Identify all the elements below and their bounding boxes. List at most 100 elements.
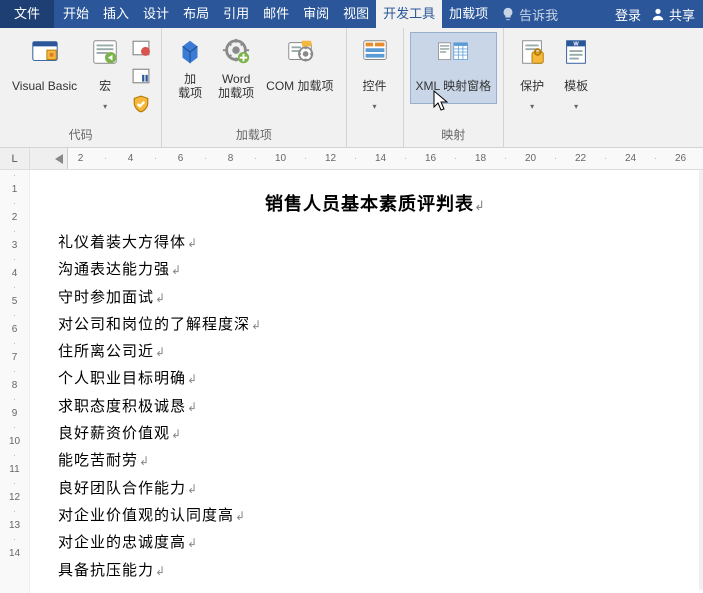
addins-button[interactable]: 加 载项 [168,32,212,105]
xml-mapping-button[interactable]: XML 映射窗格 [410,32,498,104]
share-icon [651,7,665,21]
pause-icon [132,67,150,85]
document-line[interactable]: 良好团队合作能力↲ [58,476,693,503]
group-controls: 控件 ▾ [347,28,404,147]
group-code-label: 代码 [6,124,155,147]
svg-text:W: W [573,41,579,47]
indent-marker-icon[interactable] [55,152,65,166]
visual-basic-button[interactable]: Visual Basic [6,32,83,104]
ruler-tick: 4 [118,153,143,164]
paragraph-mark-icon: ↲ [187,482,198,496]
controls-label: 控件 [363,72,387,100]
ruler-tick: · [393,153,418,164]
group-mapping-label: 映射 [410,124,498,147]
tellme-search[interactable]: 告诉我 [495,5,564,24]
paragraph-mark-icon: ↲ [187,400,198,414]
tab-design[interactable]: 设计 [136,0,176,28]
document-line[interactable]: 具备抗压能力↲ [58,558,693,585]
ruler-vertical[interactable]: ·1·2·3·4·5·6·7·8·9·10·11·12·13·14 [0,170,30,593]
login-link[interactable]: 登录 [615,5,641,24]
ruler-tick: 24 [618,153,643,164]
shield-icon [132,95,150,113]
document-page[interactable]: 销售人员基本素质评判表↲ 礼仪着装大方得体↲沟通表达能力强↲守时参加面试↲对公司… [30,170,703,593]
ruler-tick: 16 [418,153,443,164]
document-line[interactable]: 求职态度积极诚恳↲ [58,394,693,421]
ruler-tick: 10 [0,436,29,447]
document-line[interactable]: 守时参加面试↲ [58,285,693,312]
word-addins-icon [220,36,252,68]
ruler-tick: · [593,153,618,164]
ruler-tick: 10 [268,153,293,164]
document-line[interactable]: 良好薪资价值观↲ [58,421,693,448]
vertical-scrollbar[interactable] [699,170,703,590]
document-title: 销售人员基本素质评判表↲ [58,190,693,216]
macro-button[interactable]: 宏 ▾ [83,32,127,116]
record-macro-button[interactable] [127,36,155,60]
ruler-tick: · [0,450,29,461]
ruler-tick: · [0,422,29,433]
tab-file[interactable]: 文件 [0,0,54,28]
tab-references[interactable]: 引用 [216,0,256,28]
protect-icon [516,36,548,68]
visual-basic-icon [29,36,61,68]
tab-addins[interactable]: 加载项 [442,0,495,28]
share-button[interactable]: 共享 [651,5,695,24]
paragraph-mark-icon: ↲ [139,454,150,468]
xml-mapping-icon [437,36,469,68]
document-line[interactable]: 沟通表达能力强↲ [58,257,693,284]
macro-icon [89,36,121,68]
tab-developer[interactable]: 开发工具 [376,0,442,28]
com-addins-button[interactable]: COM 加载项 [260,32,339,104]
ruler-tick: 8 [218,153,243,164]
template-button[interactable]: W 模板 ▾ [554,32,598,116]
document-line[interactable]: 能吃苦耐劳↲ [58,448,693,475]
ruler-tick: 14 [368,153,393,164]
pause-macro-button[interactable] [127,64,155,88]
document-line-text: 对企业的忠诚度高 [58,535,186,551]
document-line[interactable]: 住所离公司近↲ [58,339,693,366]
group-protect-label [510,141,598,147]
protect-label: 保护 [520,72,544,100]
group-protect: 保护 ▾ W 模板 ▾ [504,28,604,147]
tellme-label: 告诉我 [519,5,558,24]
ruler-tick: · [0,394,29,405]
tab-view[interactable]: 视图 [336,0,376,28]
chevron-down-icon: ▾ [373,102,377,112]
protect-button[interactable]: 保护 ▾ [510,32,554,116]
ruler-tick: 1 [0,184,29,195]
ruler-tick: 7 [0,352,29,363]
ruler-tick: 4 [0,268,29,279]
document-line[interactable]: 对企业的忠诚度高↲ [58,530,693,557]
ruler-tick: · [0,366,29,377]
tab-review[interactable]: 审阅 [296,0,336,28]
document-line[interactable]: 对公司和岗位的了解程度深↲ [58,312,693,339]
macro-security-button[interactable] [127,92,155,116]
document-line-text: 个人职业目标明确 [58,371,186,387]
tab-insert[interactable]: 插入 [96,0,136,28]
tab-home[interactable]: 开始 [56,0,96,28]
controls-icon [359,36,391,68]
ruler-tick: · [0,338,29,349]
document-line-text: 对企业价值观的认同度高 [58,508,234,524]
tab-layout[interactable]: 布局 [176,0,216,28]
ruler-tick: · [0,310,29,321]
document-line[interactable]: 礼仪着装大方得体↲ [58,230,693,257]
ruler-tick: · [0,282,29,293]
ruler-tick: 13 [0,520,29,531]
word-addins-button[interactable]: Word 加载项 [212,32,260,105]
chevron-down-icon: ▾ [103,102,107,112]
ruler-corner: L [0,148,30,169]
com-addins-icon [284,36,316,68]
ruler-tick: · [93,153,118,164]
ruler-tick: · [193,153,218,164]
ruler-horizontal[interactable]: L 2·4·6·8·10·12·14·16·18·20·22·24·26·28·… [0,148,703,170]
ruler-tick: 9 [0,408,29,419]
addins-icon [174,36,206,68]
tab-mailings[interactable]: 邮件 [256,0,296,28]
group-controls-label [353,141,397,147]
document-line[interactable]: 个人职业目标明确↲ [58,366,693,393]
document-area: ·1·2·3·4·5·6·7·8·9·10·11·12·13·14 销售人员基本… [0,170,703,593]
paragraph-mark-icon: ↲ [155,564,166,578]
controls-button[interactable]: 控件 ▾ [353,32,397,116]
document-line[interactable]: 对企业价值观的认同度高↲ [58,503,693,530]
